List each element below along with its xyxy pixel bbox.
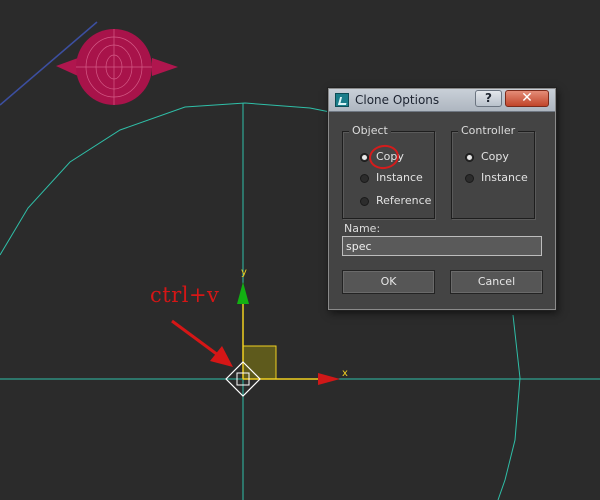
axis-label-x: x (342, 368, 348, 379)
radio-dot[interactable] (465, 174, 474, 183)
close-icon: ✕ (521, 90, 533, 106)
name-input[interactable] (342, 236, 542, 256)
help-button[interactable]: ? (475, 90, 502, 107)
radio-dot[interactable] (360, 174, 369, 183)
object-group-label: Object (349, 124, 391, 137)
name-label: Name: (344, 222, 381, 235)
object-reference-label: Reference (376, 194, 432, 207)
controller-group-label: Controller (458, 124, 519, 137)
radio-dot[interactable] (360, 197, 369, 206)
guide-arc-right (497, 314, 521, 500)
cancel-button[interactable]: Cancel (450, 270, 543, 294)
close-button[interactable]: ✕ (505, 90, 549, 107)
controller-group: Controller Copy Instance (451, 124, 535, 219)
dialog-title: Clone Options (355, 93, 440, 107)
gizmo-arrow-y[interactable] (237, 282, 249, 304)
annotation-text: ctrl+v (150, 283, 220, 307)
radio-dot[interactable] (465, 153, 474, 162)
gizmo-plane-xy[interactable] (242, 345, 277, 380)
controller-instance-label: Instance (481, 171, 528, 184)
transform-gizmo[interactable] (225, 282, 340, 397)
axis-label-y: y (241, 267, 247, 278)
controller-copy-label: Copy (481, 150, 509, 163)
scene-object[interactable] (56, 29, 178, 105)
app-icon (335, 93, 349, 107)
radio-dot[interactable] (360, 153, 369, 162)
guide-arc (0, 102, 331, 256)
ok-button[interactable]: OK (342, 270, 435, 294)
annotation-arrow (171, 319, 233, 367)
dialog-titlebar[interactable]: Clone Options ? ✕ (329, 89, 555, 112)
object-instance-label: Instance (376, 171, 423, 184)
clone-options-dialog: Clone Options ? ✕ Object Copy Instance R… (328, 88, 556, 310)
gizmo-arrow-x[interactable] (318, 373, 340, 385)
